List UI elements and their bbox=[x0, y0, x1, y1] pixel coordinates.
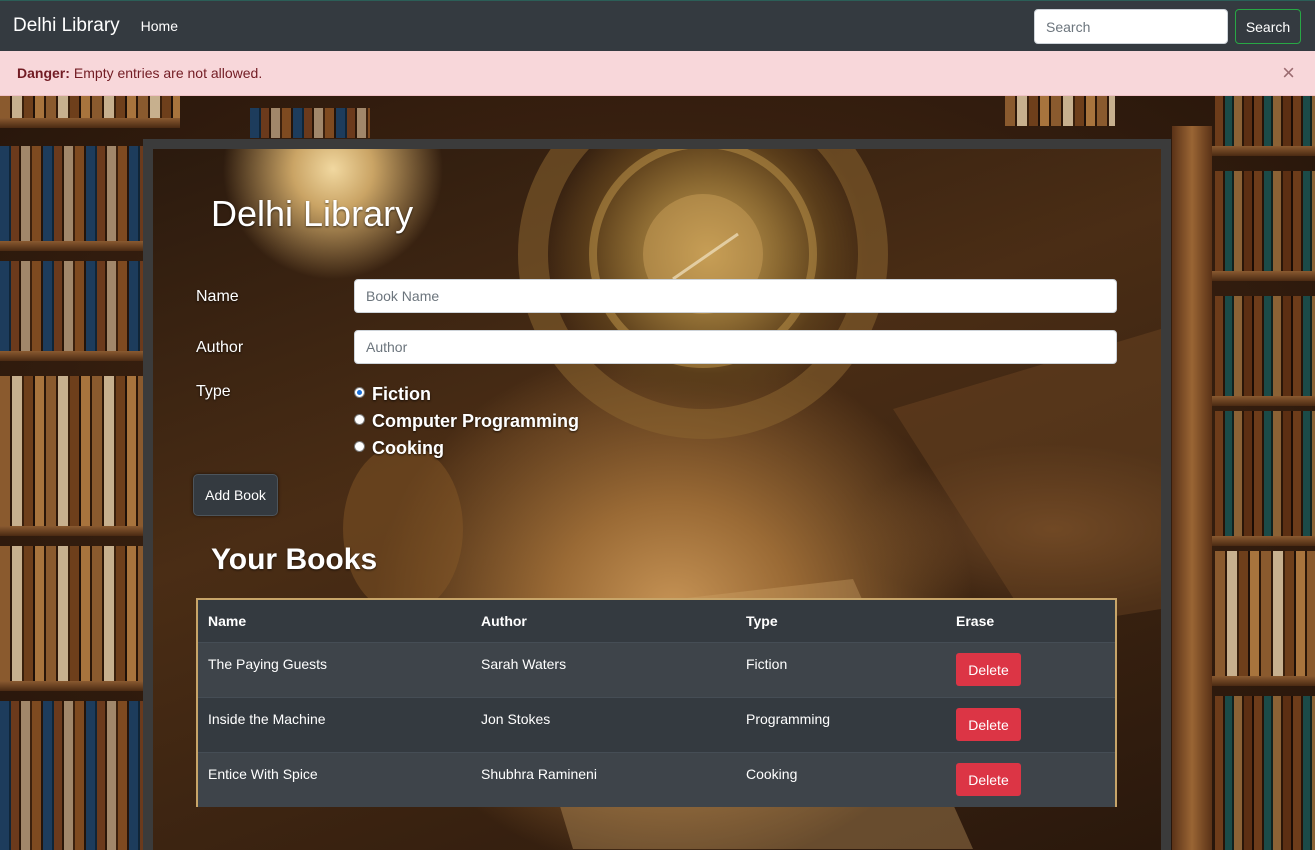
alert-message: Empty entries are not allowed. bbox=[73, 65, 263, 81]
radio-computer-programming[interactable]: Computer Programming bbox=[354, 411, 579, 432]
cell-name: Inside the Machine bbox=[198, 696, 471, 752]
radio-fiction[interactable]: Fiction bbox=[354, 384, 431, 405]
bookshelf-row bbox=[0, 261, 145, 351]
bookshelf-row bbox=[0, 376, 145, 526]
bookshelf-row bbox=[1215, 696, 1315, 850]
shelf bbox=[0, 241, 145, 251]
book-name-input[interactable] bbox=[354, 279, 1117, 313]
table-header-row: Name Author Type Erase bbox=[198, 600, 1115, 642]
table-row: Entice With Spice Shubhra Ramineni Cooki… bbox=[198, 751, 1115, 807]
cell-erase: Delete bbox=[946, 751, 1115, 807]
bookshelf-row bbox=[250, 108, 370, 138]
bookshelf-row bbox=[1005, 96, 1115, 126]
radio-label-fiction: Fiction bbox=[372, 384, 431, 404]
shelf bbox=[0, 351, 145, 361]
table-row: Inside the Machine Jon Stokes Programmin… bbox=[198, 696, 1115, 752]
bookshelf-row bbox=[1215, 96, 1315, 146]
cell-author: Sarah Waters bbox=[471, 641, 736, 697]
name-label: Name bbox=[196, 288, 239, 305]
danger-alert: Danger: Empty entries are not allowed. × bbox=[0, 51, 1315, 96]
nav-link-home[interactable]: Home bbox=[141, 18, 178, 34]
table-row: The Paying Guests Sarah Waters Fiction D… bbox=[198, 641, 1115, 697]
bookshelf-row bbox=[0, 96, 180, 118]
radio-button-checked[interactable] bbox=[354, 387, 365, 398]
column-header-type: Type bbox=[736, 600, 946, 642]
delete-button[interactable]: Delete bbox=[956, 653, 1021, 686]
radio-button[interactable] bbox=[354, 441, 365, 452]
column-header-erase: Erase bbox=[946, 600, 1115, 642]
column-header-author: Author bbox=[471, 600, 736, 642]
author-input[interactable] bbox=[354, 330, 1117, 364]
shelf bbox=[0, 118, 180, 128]
bookshelf-row bbox=[1215, 171, 1315, 271]
books-table: Name Author Type Erase The Paying Guests… bbox=[196, 598, 1117, 807]
navbar-brand[interactable]: Delhi Library bbox=[13, 15, 120, 37]
bookshelf-row bbox=[1215, 411, 1315, 536]
radio-cooking[interactable]: Cooking bbox=[354, 438, 444, 459]
cell-erase: Delete bbox=[946, 641, 1115, 697]
your-books-heading: Your Books bbox=[211, 543, 378, 576]
column-header-name: Name bbox=[198, 600, 471, 642]
bookshelf-row bbox=[0, 146, 145, 241]
type-label: Type bbox=[196, 383, 231, 400]
close-icon[interactable]: × bbox=[1282, 62, 1295, 84]
cell-name: The Paying Guests bbox=[198, 641, 471, 697]
add-book-button[interactable]: Add Book bbox=[193, 474, 278, 516]
shelf bbox=[0, 526, 145, 536]
radio-button[interactable] bbox=[354, 414, 365, 425]
bookshelf-row bbox=[0, 701, 145, 850]
delete-button[interactable]: Delete bbox=[956, 763, 1021, 797]
bookshelf-row bbox=[1215, 296, 1315, 396]
search-button[interactable]: Search bbox=[1235, 9, 1301, 44]
alert-label: Danger: bbox=[17, 65, 70, 81]
navbar: Delhi Library Home Search bbox=[0, 0, 1315, 51]
cell-author: Jon Stokes bbox=[471, 696, 736, 752]
cell-type: Fiction bbox=[736, 641, 946, 697]
cell-type: Cooking bbox=[736, 751, 946, 807]
search-input[interactable] bbox=[1034, 9, 1228, 44]
radio-label-cooking: Cooking bbox=[372, 438, 444, 458]
cell-author: Shubhra Ramineni bbox=[471, 751, 736, 807]
app-title: Delhi Library bbox=[211, 193, 414, 234]
bookshelf-row bbox=[1215, 551, 1315, 676]
shelf bbox=[0, 681, 145, 691]
radio-label-computer-programming: Computer Programming bbox=[372, 411, 580, 431]
wooden-pillar bbox=[1172, 126, 1212, 850]
bookshelf-row bbox=[0, 546, 145, 681]
author-label: Author bbox=[196, 339, 244, 356]
cell-type: Programming bbox=[736, 696, 946, 752]
cell-name: Entice With Spice bbox=[198, 751, 471, 807]
delete-button[interactable]: Delete bbox=[956, 708, 1021, 741]
cell-erase: Delete bbox=[946, 696, 1115, 752]
